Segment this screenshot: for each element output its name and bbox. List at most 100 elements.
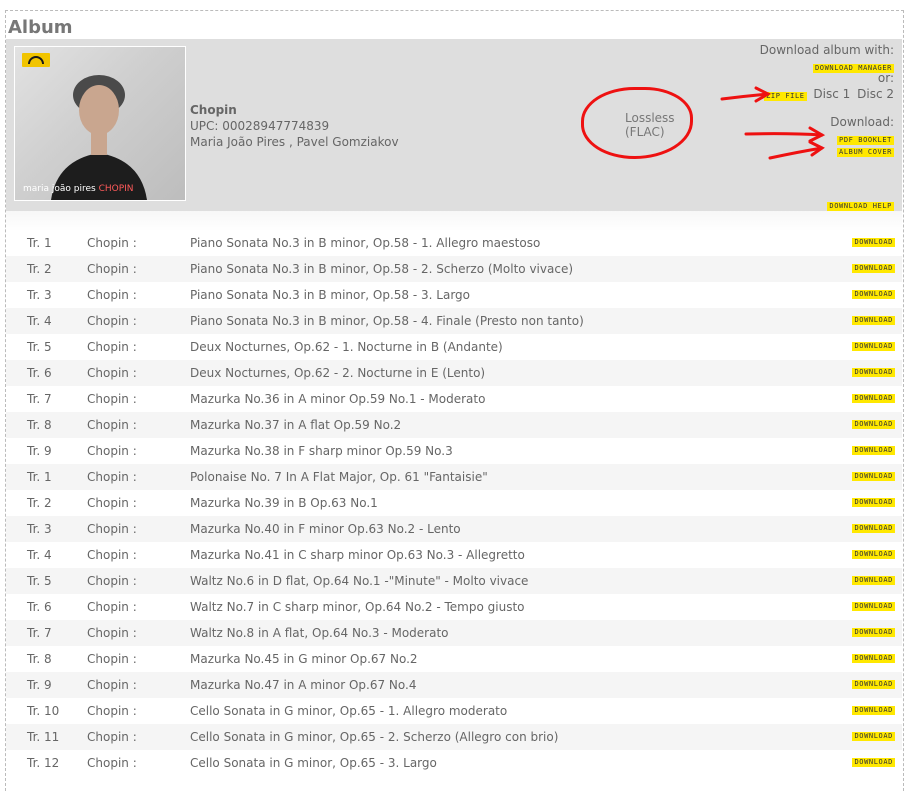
- track-download-button[interactable]: DOWNLOAD: [852, 524, 895, 533]
- track-title: Deux Nocturnes, Op.62 - 1. Nocturne in B…: [190, 340, 503, 354]
- track-title: Cello Sonata in G minor, Op.65 - 2. Sche…: [190, 730, 559, 744]
- track-download-button[interactable]: DOWNLOAD: [852, 446, 895, 455]
- track-title: Piano Sonata No.3 in B minor, Op.58 - 2.…: [190, 262, 574, 276]
- track-row: Tr. 5 Chopin : Deux Nocturnes, Op.62 - 1. …: [6, 334, 902, 360]
- track-download-button[interactable]: DOWNLOAD: [852, 654, 895, 663]
- track-number: Tr. 3: [27, 288, 52, 302]
- track-number: Tr. 1: [27, 236, 52, 250]
- track-composer: Chopin :: [87, 496, 137, 510]
- track-title: Mazurka No.45 in G minor Op.67 No.2: [190, 652, 418, 666]
- track-download-button[interactable]: DOWNLOAD: [852, 368, 895, 377]
- track-row: Tr. 7 Chopin : Waltz No.8 in A flat, Op.64…: [6, 620, 902, 646]
- album-upc: UPC: 00028947774839: [190, 119, 330, 133]
- track-title: Piano Sonata No.3 in B minor, Op.58 - 3.…: [190, 288, 471, 302]
- track-row: Tr. 6 Chopin : Waltz No.7 in C sharp minor…: [6, 594, 902, 620]
- track-row: Tr. 9 Chopin : Mazurka No.47 in A minor Op…: [6, 672, 902, 698]
- track-number: Tr. 5: [27, 574, 52, 588]
- album-header: maria joão pires CHOPIN Chopin UPC: 0002…: [6, 39, 902, 211]
- track-download-button[interactable]: DOWNLOAD: [852, 602, 895, 611]
- album-cover-button[interactable]: ALBUM COVER: [837, 148, 894, 157]
- track-composer: Chopin :: [87, 366, 137, 380]
- track-title: Mazurka No.39 in B Op.63 No.1: [190, 496, 378, 510]
- album-title: Chopin: [190, 103, 237, 117]
- track-row: Tr. 8 Chopin : Mazurka No.37 in A flat Op.…: [6, 412, 902, 438]
- track-row: Tr. 7 Chopin : Mazurka No.36 in A minor Op…: [6, 386, 902, 412]
- track-title: Mazurka No.47 in A minor Op.67 No.4: [190, 678, 417, 692]
- track-number: Tr. 7: [27, 392, 52, 406]
- track-download-button[interactable]: DOWNLOAD: [852, 264, 895, 273]
- track-number: Tr. 11: [27, 730, 60, 744]
- cover-caption-artist: maria joão pires: [23, 184, 96, 194]
- track-number: Tr. 1: [27, 470, 52, 484]
- track-composer: Chopin :: [87, 262, 137, 276]
- track-row: Tr. 2 Chopin : Piano Sonata No.3 in B mino…: [6, 256, 902, 282]
- track-download-button[interactable]: DOWNLOAD: [852, 394, 895, 403]
- disc-1-link[interactable]: Disc 1: [813, 87, 850, 101]
- track-composer: Chopin :: [87, 444, 137, 458]
- track-download-button[interactable]: DOWNLOAD: [852, 680, 895, 689]
- disc-2-link[interactable]: Disc 2: [857, 87, 894, 101]
- track-number: Tr. 7: [27, 626, 52, 640]
- track-download-button[interactable]: DOWNLOAD: [852, 758, 895, 767]
- track-composer: Chopin :: [87, 678, 137, 692]
- track-download-button[interactable]: DOWNLOAD: [852, 290, 895, 299]
- cover-caption: maria joão pires CHOPIN: [23, 184, 134, 194]
- track-row: Tr. 1 Chopin : Polonaise No. 7 In A Flat M…: [6, 464, 902, 490]
- page-title: Album: [8, 17, 73, 38]
- track-number: Tr. 9: [27, 678, 52, 692]
- track-number: Tr. 4: [27, 314, 52, 328]
- track-row: Tr. 9 Chopin : Mazurka No.38 in F sharp mi…: [6, 438, 902, 464]
- track-download-button[interactable]: DOWNLOAD: [852, 706, 895, 715]
- track-download-button[interactable]: DOWNLOAD: [852, 732, 895, 741]
- track-composer: Chopin :: [87, 522, 137, 536]
- track-download-button[interactable]: DOWNLOAD: [852, 576, 895, 585]
- track-row: Tr. 5 Chopin : Waltz No.6 in D flat, Op.64…: [6, 568, 902, 594]
- album-cover-image: maria joão pires CHOPIN: [14, 46, 186, 201]
- track-number: Tr. 2: [27, 262, 52, 276]
- lossless-line2: (FLAC): [625, 125, 665, 139]
- track-composer: Chopin :: [87, 756, 137, 770]
- track-download-button[interactable]: DOWNLOAD: [852, 472, 895, 481]
- track-row: Tr. 3 Chopin : Mazurka No.40 in F minor Op…: [6, 516, 902, 542]
- track-number: Tr. 6: [27, 600, 52, 614]
- track-composer: Chopin :: [87, 600, 137, 614]
- track-row: Tr. 8 Chopin : Mazurka No.45 in G minor Op…: [6, 646, 902, 672]
- track-number: Tr. 9: [27, 444, 52, 458]
- track-row: Tr. 6 Chopin : Deux Nocturnes, Op.62 - 2. …: [6, 360, 902, 386]
- track-title: Waltz No.8 in A flat, Op.64 No.3 - Moder…: [190, 626, 449, 640]
- track-number: Tr. 8: [27, 652, 52, 666]
- track-composer: Chopin :: [87, 418, 137, 432]
- track-title: Piano Sonata No.3 in B minor, Op.58 - 1.…: [190, 236, 541, 250]
- track-title: Piano Sonata No.3 in B minor, Op.58 - 4.…: [190, 314, 584, 328]
- track-download-button[interactable]: DOWNLOAD: [852, 316, 895, 325]
- track-download-button[interactable]: DOWNLOAD: [852, 628, 895, 637]
- track-title: Mazurka No.36 in A minor Op.59 No.1 - Mo…: [190, 392, 486, 406]
- track-composer: Chopin :: [87, 288, 137, 302]
- track-row: Tr. 11 Chopin : Cello Sonata in G minor, O…: [6, 724, 902, 750]
- track-number: Tr. 4: [27, 548, 52, 562]
- track-row: Tr. 2 Chopin : Mazurka No.39 in B Op.63 No…: [6, 490, 902, 516]
- track-number: Tr. 3: [27, 522, 52, 536]
- track-composer: Chopin :: [87, 392, 137, 406]
- download-heading: Download album with:: [759, 43, 894, 57]
- zip-file-button[interactable]: ZIP FILE: [764, 92, 807, 101]
- track-composer: Chopin :: [87, 574, 137, 588]
- track-row: Tr. 10 Chopin : Cello Sonata in G minor, O…: [6, 698, 902, 724]
- lossless-annotation: Lossless (FLAC): [625, 111, 675, 139]
- track-title: Cello Sonata in G minor, Op.65 - 3. Larg…: [190, 756, 437, 770]
- album-artists: Maria João Pires , Pavel Gomziakov: [190, 135, 399, 149]
- track-download-button[interactable]: DOWNLOAD: [852, 342, 895, 351]
- track-download-button[interactable]: DOWNLOAD: [852, 420, 895, 429]
- track-composer: Chopin :: [87, 314, 137, 328]
- track-title: Mazurka No.40 in F minor Op.63 No.2 - Le…: [190, 522, 461, 536]
- track-download-button[interactable]: DOWNLOAD: [852, 550, 895, 559]
- track-list: Tr. 1 Chopin : Piano Sonata No.3 in B mino…: [6, 230, 902, 776]
- track-download-button[interactable]: DOWNLOAD: [852, 498, 895, 507]
- lossless-line1: Lossless: [625, 111, 675, 125]
- track-number: Tr. 10: [27, 704, 60, 718]
- track-download-button[interactable]: DOWNLOAD: [852, 238, 895, 247]
- section-divider: [6, 211, 902, 231]
- track-composer: Chopin :: [87, 340, 137, 354]
- download-help-button[interactable]: DOWNLOAD HELP: [827, 202, 894, 211]
- cover-caption-title: CHOPIN: [98, 184, 134, 194]
